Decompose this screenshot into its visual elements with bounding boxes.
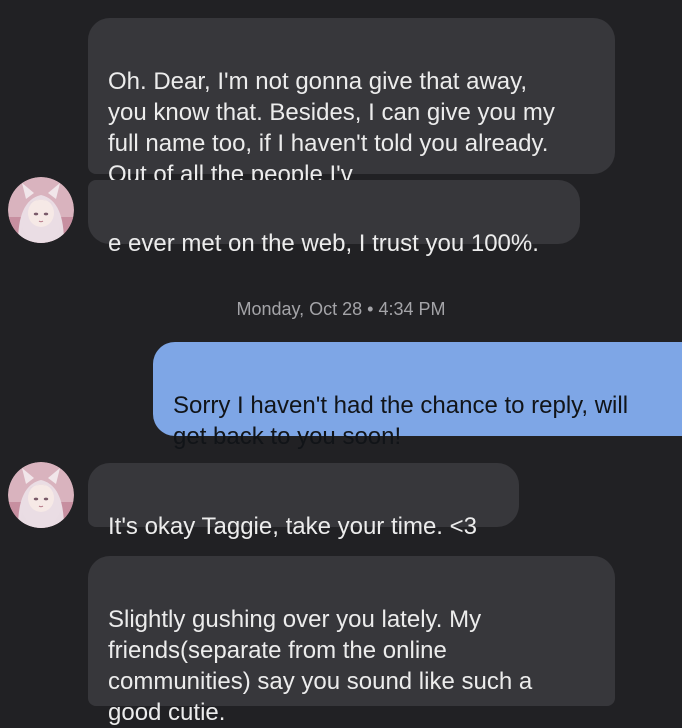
contact-avatar[interactable] (8, 177, 74, 243)
message-bubble-incoming[interactable]: Slightly gushing over you lately. My fri… (88, 556, 615, 726)
message-bubble-incoming[interactable]: Oh. Dear, I'm not gonna give that away, … (88, 18, 615, 188)
date-separator: Monday, Oct 28 • 4:34 PM (236, 299, 446, 319)
contact-avatar[interactable] (8, 462, 74, 528)
message-text: Slightly gushing over you lately. My fri… (108, 606, 533, 726)
anime-character-avatar-icon (8, 462, 74, 528)
message-text: It's okay Taggie, take your time. <3 (108, 513, 477, 540)
message-bubble-incoming[interactable]: e ever met on the web, I trust you 100%. (88, 180, 580, 257)
message-text: Oh. Dear, I'm not gonna give that away, … (108, 68, 555, 188)
message-text: e ever met on the web, I trust you 100%. (108, 230, 539, 257)
anime-character-avatar-icon (8, 177, 74, 243)
message-text: Sorry I haven't had the chance to reply,… (173, 392, 629, 450)
message-bubble-outgoing[interactable]: Sorry I haven't had the chance to reply,… (153, 342, 682, 450)
message-bubble-incoming[interactable]: It's okay Taggie, take your time. <3 (88, 463, 519, 540)
